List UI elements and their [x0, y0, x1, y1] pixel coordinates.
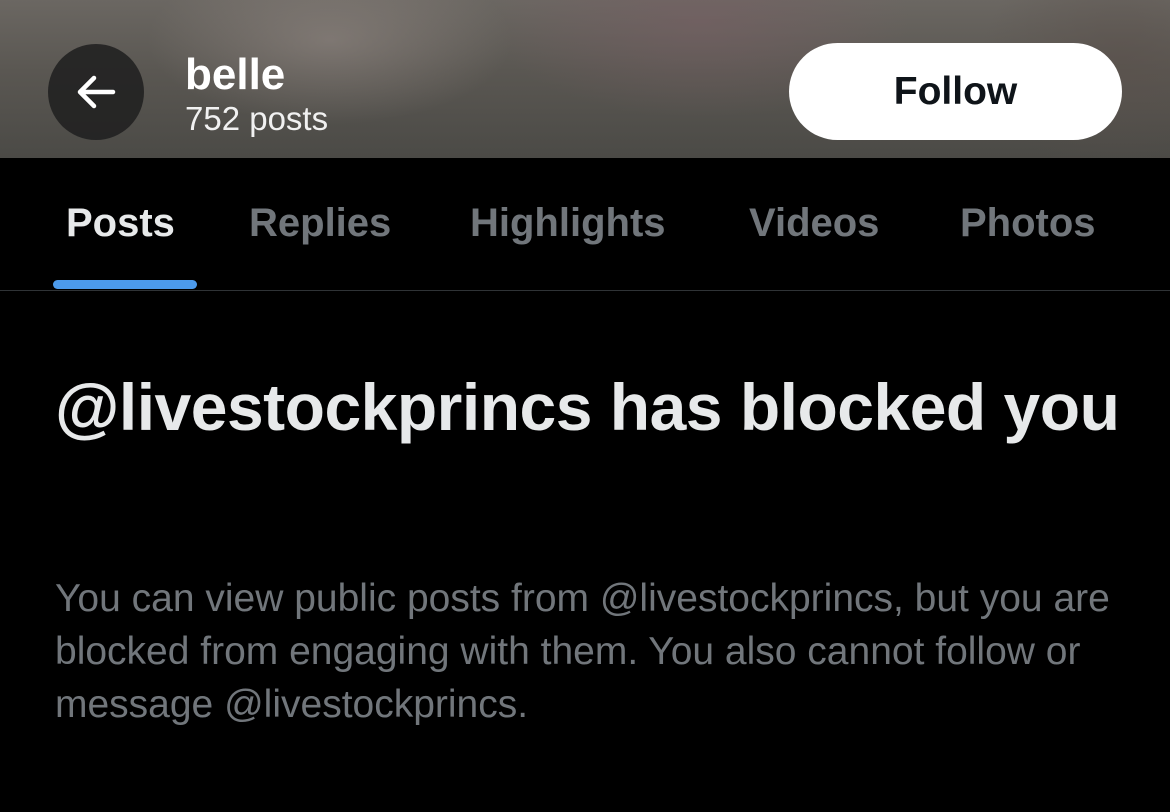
tab-highlights[interactable]: Highlights	[470, 198, 666, 248]
follow-button[interactable]: Follow	[789, 43, 1122, 140]
tab-photos[interactable]: Photos	[960, 198, 1096, 248]
back-button[interactable]	[48, 44, 144, 140]
tab-posts[interactable]: Posts	[66, 198, 175, 248]
profile-screen: belle 752 posts Follow Posts Replies Hig…	[0, 0, 1170, 812]
profile-tabs: Posts Replies Highlights Videos Photos	[0, 158, 1170, 290]
tab-videos[interactable]: Videos	[749, 198, 879, 248]
tab-replies[interactable]: Replies	[249, 198, 391, 248]
tabs-divider	[0, 290, 1170, 291]
post-count: 752 posts	[185, 100, 329, 137]
active-tab-indicator	[53, 280, 197, 289]
arrow-left-icon	[76, 74, 116, 110]
blocked-description: You can view public posts from @livestoc…	[55, 577, 1110, 726]
profile-header-banner: belle 752 posts Follow	[0, 0, 1170, 158]
profile-name: belle	[185, 50, 286, 99]
blocked-title: @livestockprincs has blocked you	[55, 370, 1120, 444]
